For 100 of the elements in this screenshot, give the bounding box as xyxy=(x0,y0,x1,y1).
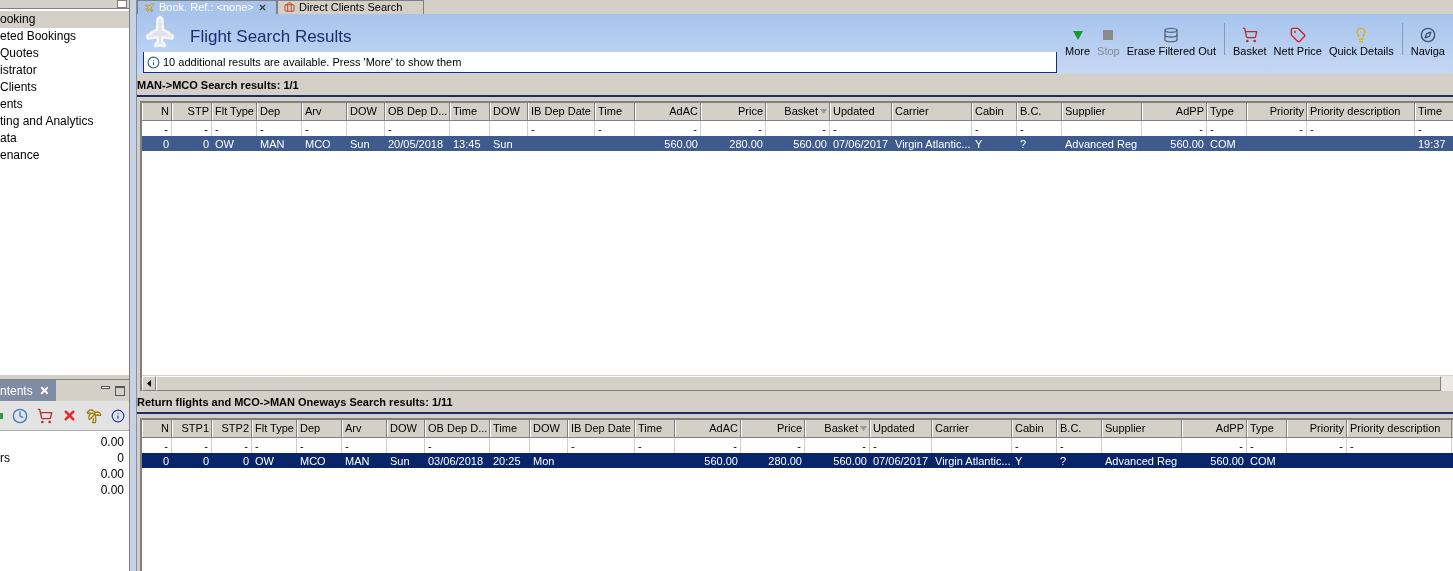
column-header[interactable]: AdAC xyxy=(675,420,741,437)
sidebar-item[interactable]: ata xyxy=(0,130,129,147)
table-cell: Virgin Atlantic... xyxy=(895,138,971,150)
toolbar-button[interactable]: Nett Price xyxy=(1270,26,1325,60)
toolbar-button[interactable]: Naviga xyxy=(1407,26,1448,60)
column-header[interactable]: IB Dep Date xyxy=(568,420,635,437)
minimize-icon[interactable] xyxy=(101,386,110,389)
column-header[interactable]: Price xyxy=(741,420,805,437)
column-header[interactable]: DOW xyxy=(387,420,425,437)
sidebar-item[interactable]: ents xyxy=(0,96,129,113)
sidebar-item[interactable]: Quotes xyxy=(0,45,129,62)
column-header[interactable]: STP2 xyxy=(212,420,252,437)
table-cell: 560.00 xyxy=(793,138,827,150)
result-row[interactable]: 0 0 0 OW MCO MAN Sun 03/06/2018 20:25 Mon 560.00 280.00 560.00 07/06/2017 Virgin Atlantic... Y ? Advanced Reg 560.00 COM xyxy=(142,453,1453,468)
toolbar-button[interactable]: Erase Filtered Out xyxy=(1123,26,1219,60)
column-header[interactable]: Supplier xyxy=(1102,420,1182,437)
table-cell: - xyxy=(1199,123,1203,135)
column-header[interactable]: Time xyxy=(635,420,675,437)
table-cell: - xyxy=(862,440,866,452)
page-title: Flight Search Results xyxy=(190,25,352,48)
clock-icon[interactable] xyxy=(12,407,28,424)
sidebar-item[interactable]: eted Bookings xyxy=(0,28,129,45)
column-header[interactable]: Flt Type xyxy=(252,420,297,437)
column-header[interactable]: B.C. xyxy=(1057,420,1102,437)
column-header[interactable]: Time xyxy=(490,420,530,437)
maximize-icon[interactable] xyxy=(115,385,125,396)
table-cell: 19:37 xyxy=(1418,138,1446,150)
sidebar-item[interactable]: ting and Analytics xyxy=(0,113,129,130)
column-header[interactable]: Priority xyxy=(1247,103,1307,120)
window-icon[interactable] xyxy=(117,0,127,8)
column-header[interactable]: OB Dep D... xyxy=(425,420,490,437)
toolbar-button[interactable]: Quick Details xyxy=(1325,26,1397,60)
table-cell: - xyxy=(1310,123,1314,135)
table-cell: - xyxy=(822,123,826,135)
column-header[interactable]: Type xyxy=(1247,420,1287,437)
table-cell: 13:45 xyxy=(453,138,481,150)
column-header[interactable]: Updated xyxy=(830,103,892,120)
info-icon[interactable] xyxy=(111,408,125,423)
table-cell: - xyxy=(215,123,219,135)
horizontal-scrollbar[interactable] xyxy=(142,375,1453,391)
table-cell: Sun xyxy=(493,138,513,150)
column-header[interactable]: DOW xyxy=(530,420,568,437)
left-arrow-icon[interactable] xyxy=(147,380,151,387)
info-bar: 10 additional results are available. Press 'More' to show them xyxy=(143,52,1057,73)
column-header[interactable]: Supplier xyxy=(1062,103,1142,120)
table-cell: - xyxy=(164,123,168,135)
column-header[interactable]: Priority description xyxy=(1307,103,1415,120)
column-header[interactable]: DOW xyxy=(347,103,385,120)
column-header[interactable]: Cabin xyxy=(1012,420,1057,437)
column-header[interactable]: Arv xyxy=(342,420,387,437)
editor-tab[interactable]: Direct Clients Search xyxy=(277,0,424,14)
close-icon[interactable] xyxy=(257,3,267,12)
column-header[interactable]: Priority description xyxy=(1347,420,1452,437)
toolbar-button[interactable]: More xyxy=(1062,26,1094,60)
column-header[interactable]: Basket xyxy=(805,420,870,437)
table-cell: Advanced Reg xyxy=(1065,138,1138,150)
column-header[interactable]: Dep xyxy=(297,420,342,437)
column-header[interactable]: AdPP xyxy=(1142,103,1207,120)
palm-tree-icon[interactable] xyxy=(86,407,102,424)
column-header[interactable]: B.C. xyxy=(1017,103,1062,120)
column-header[interactable]: N xyxy=(142,103,172,120)
cart-icon[interactable] xyxy=(37,407,53,424)
column-header[interactable]: Dep xyxy=(257,103,302,120)
sidebar-item[interactable]: enance xyxy=(0,147,129,164)
table-cell: 03/06/2018 xyxy=(428,455,484,467)
column-header[interactable]: STP xyxy=(172,103,212,120)
column-header[interactable]: Cabin xyxy=(972,103,1017,120)
result-row[interactable]: 0 0 OW MAN MCO Sun 20/05/2018 13:45 Sun 560.00 280.00 560.00 07/06/2017 Virgin Atlantic... Y ? Advanced Reg 560.00 COM 19:37 xyxy=(142,136,1453,151)
column-header[interactable]: DOW xyxy=(490,103,528,120)
column-header[interactable]: Basket xyxy=(766,103,830,120)
column-header[interactable]: Updated xyxy=(870,420,932,437)
sidebar-item[interactable]: istrator xyxy=(0,62,129,79)
table-cell: - xyxy=(428,440,432,452)
column-header[interactable]: Arv xyxy=(302,103,347,120)
table-cell: - xyxy=(1350,440,1354,452)
column-header[interactable]: AdAC xyxy=(635,103,701,120)
close-icon[interactable] xyxy=(38,385,50,396)
sidebar-item[interactable]: Clients xyxy=(0,79,129,96)
column-header[interactable]: Flt Type xyxy=(212,103,257,120)
table-cell: - xyxy=(1015,440,1019,452)
column-header[interactable]: N xyxy=(142,420,172,437)
delete-icon[interactable] xyxy=(62,408,77,423)
column-header[interactable]: Carrier xyxy=(892,103,972,120)
sidebar-item[interactable]: ooking xyxy=(0,11,129,28)
column-header[interactable]: Time xyxy=(595,103,635,120)
column-header[interactable]: OB Dep D... xyxy=(385,103,450,120)
row-value: 0.00 xyxy=(100,482,124,497)
column-header[interactable]: IB Dep Date xyxy=(528,103,595,120)
column-header[interactable]: Type xyxy=(1207,103,1247,120)
column-header[interactable]: Time xyxy=(1415,103,1453,120)
column-header[interactable]: Time xyxy=(450,103,490,120)
column-header[interactable]: Price xyxy=(701,103,766,120)
table-cell: - xyxy=(305,123,309,135)
splitter-bar[interactable] xyxy=(130,0,137,571)
column-header[interactable]: STP1 xyxy=(172,420,212,437)
column-header[interactable]: Priority xyxy=(1287,420,1347,437)
column-header[interactable]: Carrier xyxy=(932,420,1012,437)
table-cell: Sun xyxy=(390,455,410,467)
toolbar-button[interactable]: Basket xyxy=(1229,26,1270,60)
column-header[interactable]: AdPP xyxy=(1182,420,1247,437)
